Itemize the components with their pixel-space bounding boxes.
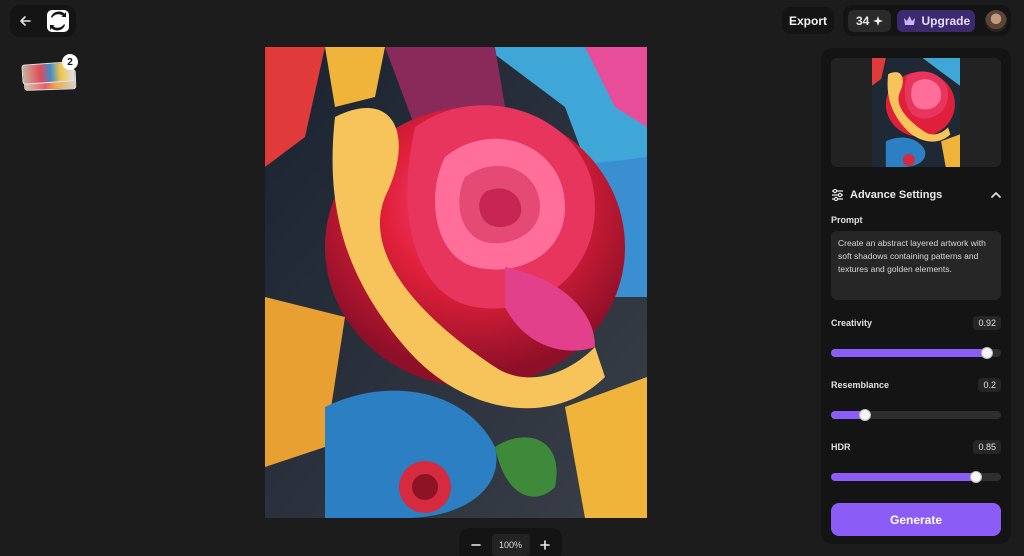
prompt-textarea[interactable]: Create an abstract layered artwork with … — [831, 231, 1001, 300]
minus-icon — [471, 544, 481, 546]
zoom-level: 100% — [491, 534, 530, 556]
credits-button[interactable]: 34 — [848, 9, 892, 32]
resemblance-slider[interactable] — [831, 409, 1001, 421]
zoom-out-button[interactable] — [467, 536, 485, 554]
hdr-slider-handle[interactable] — [970, 471, 982, 483]
hdr-slider[interactable] — [831, 471, 1001, 483]
resemblance-label: Resemblance — [831, 380, 890, 390]
sparkle-icon — [873, 15, 884, 26]
creativity-setting: Creativity 0.92 — [831, 316, 1001, 359]
advance-settings-title: Advance Settings — [850, 189, 943, 201]
crown-icon — [903, 16, 915, 25]
arrow-left-icon — [20, 16, 31, 26]
reference-image[interactable] — [872, 58, 960, 167]
resemblance-slider-handle[interactable] — [859, 409, 871, 421]
canvas-artwork-image — [265, 47, 647, 518]
resemblance-value: 0.2 — [978, 378, 1001, 392]
resemblance-setting: Resemblance 0.2 — [831, 378, 1001, 421]
zoom-in-button[interactable] — [536, 536, 554, 554]
creativity-slider-handle[interactable] — [981, 347, 993, 359]
creativity-label: Creativity — [831, 318, 873, 328]
zoom-control: 100% — [459, 528, 562, 556]
chevron-up-icon[interactable] — [991, 191, 1001, 199]
generate-button[interactable]: Generate — [831, 503, 1001, 536]
account-toolbar: 34 Upgrade — [843, 5, 1011, 36]
hdr-value: 0.85 — [973, 440, 1001, 454]
settings-panel: Advance Settings Prompt Create an abstra… — [821, 48, 1011, 544]
hdr-label: HDR — [831, 442, 851, 452]
upgrade-label: Upgrade — [921, 13, 971, 28]
top-left-toolbar — [10, 5, 76, 37]
creativity-value: 0.92 — [973, 316, 1001, 330]
back-button[interactable] — [10, 5, 40, 37]
credits-count: 34 — [856, 13, 870, 28]
export-button[interactable]: Export — [782, 7, 834, 34]
history-count-badge: 2 — [62, 54, 78, 70]
reference-preview — [831, 58, 1001, 167]
app-logo-icon[interactable] — [46, 9, 70, 33]
hdr-slider-fill — [831, 473, 976, 481]
user-avatar[interactable] — [985, 9, 1008, 32]
history-thumbnail-stack[interactable]: 2 — [21, 54, 78, 91]
advance-settings-header[interactable]: Advance Settings — [831, 187, 1001, 203]
sliders-icon — [832, 189, 843, 201]
upgrade-button[interactable]: Upgrade — [897, 9, 976, 32]
creativity-slider[interactable] — [831, 347, 1001, 359]
prompt-label: Prompt — [831, 215, 863, 225]
creativity-slider-fill — [831, 349, 987, 357]
hdr-setting: HDR 0.85 — [831, 440, 1001, 483]
plus-icon — [540, 540, 550, 550]
